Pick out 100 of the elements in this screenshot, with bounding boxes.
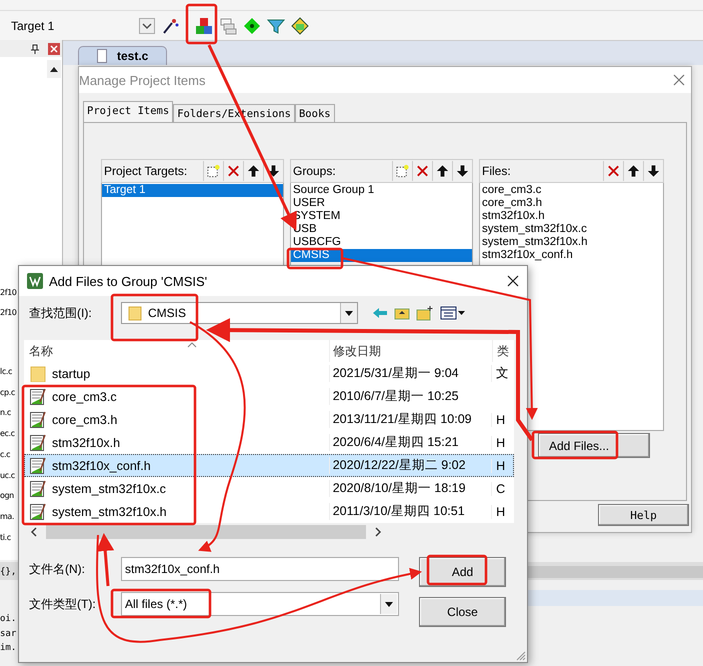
- file-name-fragment: lc.c: [0, 366, 13, 378]
- add-files-button[interactable]: Add Files...: [538, 433, 650, 458]
- file-name-fragment: c.c: [0, 448, 12, 461]
- file-name-fragment: ti.c: [0, 532, 12, 544]
- file-name-fragment: ec.c: [0, 428, 16, 440]
- text-file-icon: [30, 502, 46, 520]
- column-header[interactable]: 类: [492, 340, 514, 362]
- list-item[interactable]: system_stm32f10x.c: [480, 223, 663, 236]
- resize-grip-icon[interactable]: [516, 651, 526, 661]
- date-cell: 2013/11/21/星期四 10:09: [328, 411, 492, 428]
- file-name-fragment: ogn: [0, 490, 15, 502]
- type-cell: 文: [491, 365, 513, 382]
- highlight-box: [186, 4, 218, 44]
- highlight-box: [426, 554, 488, 586]
- panel-label: Files:: [482, 164, 511, 178]
- text-file-icon: [30, 434, 46, 452]
- tab[interactable]: Books: [294, 104, 335, 122]
- file-name: core_cm3.h: [52, 412, 118, 426]
- list-item[interactable]: stm32f10x.h: [480, 210, 663, 223]
- file-name-fragment: 2f10: [0, 307, 18, 319]
- list-item[interactable]: Source Group 1: [291, 184, 472, 197]
- type-cell: C: [491, 482, 513, 496]
- scroll-right-icon[interactable]: [374, 526, 382, 536]
- books-icon[interactable]: [291, 16, 309, 34]
- file-icon: [97, 49, 107, 63]
- dialog-title: Add Files to Group 'CMSIS': [49, 274, 208, 288]
- code-fragment: sar: [0, 628, 17, 640]
- date-cell: 2011/3/10/星期四 10:51: [328, 503, 492, 520]
- date-cell: 2020/6/4/星期四 15:21: [328, 434, 492, 451]
- file-name-fragment: cp.c: [0, 386, 16, 399]
- type-cell: H: [491, 504, 513, 518]
- date-cell: 2020/8/10/星期一 18:19: [328, 480, 492, 497]
- code-fragment: im.: [0, 642, 17, 655]
- blocks-icon[interactable]: [195, 16, 213, 34]
- list-item[interactable]: core_cm3.h: [480, 197, 663, 210]
- list-item[interactable]: Target 1: [102, 184, 283, 197]
- file-name: core_cm3.c: [52, 390, 117, 404]
- text-file-icon: [30, 410, 46, 428]
- file-name: stm32f10x.h: [52, 436, 120, 450]
- file-row[interactable]: startup 2021/5/31/星期一 9:04 文: [24, 362, 514, 385]
- windows-icon[interactable]: [219, 16, 237, 34]
- file-name-fragment: ma.: [0, 510, 16, 523]
- type-cell: H: [491, 412, 513, 426]
- close-icon[interactable]: [507, 275, 519, 287]
- funnel-icon[interactable]: [267, 16, 285, 34]
- list-item[interactable]: stm32f10x_conf.h: [480, 249, 663, 262]
- column-header[interactable]: 名称: [24, 340, 329, 362]
- file-row[interactable]: system_stm32f10x.h 2011/3/10/星期四 10:51 H: [24, 500, 514, 523]
- caret-icon[interactable]: [385, 602, 393, 606]
- file-row[interactable]: system_stm32f10x.c 2020/8/10/星期一 18:19 C: [24, 477, 514, 500]
- scrollbar-thumb[interactable]: [46, 524, 366, 538]
- column-header[interactable]: 修改日期: [329, 340, 492, 362]
- look-in-label: 查找范围(I):: [29, 304, 93, 322]
- view-menu-icon[interactable]: [440, 306, 466, 320]
- file-name: system_stm32f10x.h: [52, 504, 167, 518]
- caret-icon[interactable]: [139, 18, 155, 34]
- file-name-fragment: uc.c: [0, 470, 16, 482]
- file-name: system_stm32f10x.c: [52, 482, 166, 496]
- diamond-icon[interactable]: [243, 16, 261, 34]
- file-row[interactable]: core_cm3.h 2013/11/21/星期四 10:09 H: [24, 408, 514, 431]
- file-name-field[interactable]: stm32f10x_conf.h: [121, 557, 399, 581]
- scroll-up-icon[interactable]: [49, 65, 59, 73]
- file-name: startup: [52, 366, 90, 380]
- tab[interactable]: Project Items: [83, 101, 174, 122]
- target-dropdown[interactable]: Target 1: [5, 16, 155, 36]
- list-item[interactable]: CMSIS: [291, 249, 472, 262]
- new-folder-icon[interactable]: [416, 305, 434, 321]
- sort-icon[interactable]: [187, 342, 197, 348]
- app-icon: [27, 273, 43, 289]
- file-name-fragment: n.c: [0, 407, 12, 420]
- date-cell: 2021/5/31/星期一 9:04: [328, 365, 492, 382]
- folder-icon: [30, 366, 46, 382]
- list-item[interactable]: USER: [291, 197, 472, 210]
- file-row[interactable]: core_cm3.c 2010/6/7/星期一 10:25: [24, 385, 514, 408]
- up-folder-icon[interactable]: [394, 306, 410, 320]
- scroll-left-icon[interactable]: [30, 526, 38, 536]
- panel-label: Project Targets:: [104, 164, 188, 178]
- list-item[interactable]: core_cm3.c: [480, 184, 663, 197]
- panel-label: Groups:: [293, 164, 336, 178]
- file-tab[interactable]: test.c: [78, 46, 168, 65]
- type-cell: H: [491, 458, 513, 472]
- list-item[interactable]: system_stm32f10x.h: [480, 236, 663, 249]
- file-name: stm32f10x_conf.h: [52, 458, 151, 472]
- file-type-label: 文件类型(T):: [29, 596, 97, 612]
- file-row[interactable]: stm32f10x_conf.h 2020/12/22/星期二 9:02 H: [24, 454, 514, 477]
- text-file-icon: [30, 456, 46, 474]
- help-button[interactable]: Help: [598, 504, 689, 526]
- pin-icon[interactable]: [30, 44, 40, 54]
- close-button[interactable]: Close: [419, 597, 506, 627]
- highlight-box: [286, 248, 344, 270]
- file-row[interactable]: stm32f10x.h 2020/6/4/星期四 15:21 H: [24, 431, 514, 454]
- list-item[interactable]: USBCFG: [291, 236, 472, 249]
- file-type-dropdown[interactable]: All files (*.*): [121, 592, 399, 616]
- text-file-icon: [30, 388, 46, 406]
- magic-wand-icon[interactable]: [161, 16, 179, 34]
- text-file-icon: [30, 480, 46, 498]
- look-in-dropdown[interactable]: CMSIS: [121, 302, 358, 324]
- caret-icon[interactable]: [345, 310, 353, 316]
- file-name-label: 文件名(N):: [29, 560, 86, 578]
- date-cell: 2010/6/7/星期一 10:25: [328, 388, 492, 405]
